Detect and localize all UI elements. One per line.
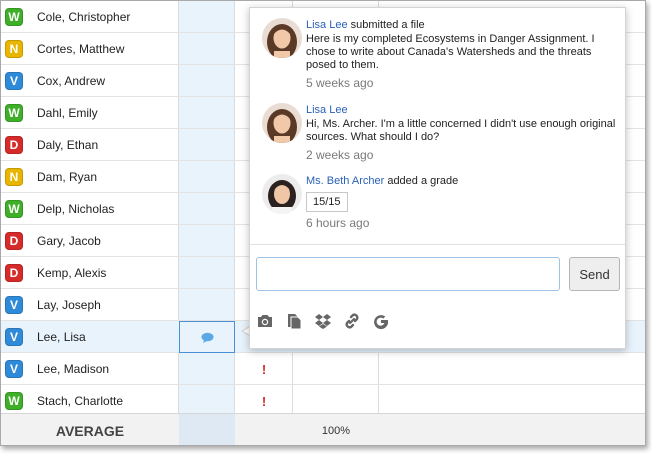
student-name-cell[interactable]: V Lee, Madison bbox=[1, 353, 179, 385]
status-badge: V bbox=[5, 72, 23, 90]
send-button[interactable]: Send bbox=[569, 257, 620, 291]
status-badge: V bbox=[5, 360, 23, 378]
gradebook-window: W Cole, Christopher N Cortes, Matthew V Cox, … bbox=[0, 0, 646, 446]
student-name: Lee, Lisa bbox=[37, 330, 86, 344]
message-time: 5 weeks ago bbox=[306, 76, 374, 90]
student-name: Lee, Madison bbox=[37, 362, 110, 376]
comment-bubble-icon bbox=[201, 332, 213, 343]
average-cell-selected bbox=[179, 414, 235, 445]
student-name-cell[interactable]: W Dahl, Emily bbox=[1, 97, 179, 129]
message-text: Here is my completed Ecosystems in Dange… bbox=[306, 33, 595, 71]
link-icon[interactable] bbox=[341, 310, 363, 332]
google-icon[interactable] bbox=[370, 310, 392, 332]
student-name-cell[interactable]: V Lay, Joseph bbox=[1, 289, 179, 321]
message-action: submitted a file bbox=[347, 19, 425, 31]
status-badge: W bbox=[5, 8, 23, 26]
status-badge: V bbox=[5, 328, 23, 346]
status-badge: V bbox=[5, 296, 23, 314]
copy-files-icon[interactable] bbox=[283, 310, 305, 332]
student-name: Kemp, Alexis bbox=[37, 266, 107, 280]
avatar bbox=[262, 18, 302, 58]
student-name: Lay, Joseph bbox=[37, 298, 101, 312]
student-name-cell[interactable]: W Delp, Nicholas bbox=[1, 193, 179, 225]
comment-input[interactable] bbox=[256, 257, 560, 291]
message-text: Hi, Ms. Archer. I'm a little concerned I… bbox=[306, 118, 616, 143]
student-name: Dam, Ryan bbox=[37, 170, 98, 184]
student-name: Dahl, Emily bbox=[37, 106, 98, 120]
status-badge: N bbox=[5, 40, 23, 58]
message-action: added a grade bbox=[384, 175, 459, 187]
missing-alert: ! bbox=[261, 361, 267, 377]
student-name-cell[interactable]: D Daly, Ethan bbox=[1, 129, 179, 161]
status-badge: D bbox=[5, 264, 23, 282]
student-name: Cox, Andrew bbox=[37, 74, 106, 88]
avatar bbox=[262, 103, 302, 143]
message-author[interactable]: Ms. Beth Archer bbox=[306, 175, 384, 187]
student-name-cell[interactable]: W Cole, Christopher bbox=[1, 1, 179, 33]
student-name-cell[interactable]: D Kemp, Alexis bbox=[1, 257, 179, 289]
message-time: 6 hours ago bbox=[306, 216, 370, 230]
status-badge: N bbox=[5, 168, 23, 186]
comment-cell[interactable] bbox=[179, 321, 235, 353]
student-name: Stach, Charlotte bbox=[37, 394, 124, 408]
student-name-cell[interactable]: V Cox, Andrew bbox=[1, 65, 179, 97]
avatar bbox=[262, 174, 302, 214]
status-badge: W bbox=[5, 200, 23, 218]
camera-icon[interactable] bbox=[254, 310, 276, 332]
popup-divider bbox=[250, 244, 625, 245]
student-name: Gary, Jacob bbox=[37, 234, 101, 248]
attachment-toolbar bbox=[254, 310, 399, 332]
status-badge: W bbox=[5, 104, 23, 122]
message-author[interactable]: Lisa Lee bbox=[306, 104, 348, 116]
status-badge: D bbox=[5, 232, 23, 250]
grade-badge: 15/15 bbox=[306, 192, 348, 212]
student-name: Delp, Nicholas bbox=[37, 202, 115, 216]
student-name: Cortes, Matthew bbox=[37, 42, 125, 56]
status-badge: D bbox=[5, 136, 23, 154]
status-badge: W bbox=[5, 392, 23, 410]
dropbox-icon[interactable] bbox=[312, 310, 334, 332]
table-row: V Lee, Madison! bbox=[1, 353, 645, 385]
student-name: Cole, Christopher bbox=[37, 10, 131, 24]
student-name: Daly, Ethan bbox=[37, 138, 99, 152]
student-name-cell[interactable]: D Gary, Jacob bbox=[1, 225, 179, 257]
student-name-cell[interactable]: N Cortes, Matthew bbox=[1, 33, 179, 65]
student-name-cell[interactable]: V Lee, Lisa bbox=[1, 321, 179, 353]
average-label: AVERAGE bbox=[55, 423, 125, 439]
message-time: 2 weeks ago bbox=[306, 148, 374, 162]
average-value: 100% bbox=[321, 425, 351, 437]
message-author[interactable]: Lisa Lee bbox=[306, 19, 348, 31]
student-name-cell[interactable]: N Dam, Ryan bbox=[1, 161, 179, 193]
comment-popup: Lisa Lee submitted a file Here is my com… bbox=[249, 7, 626, 349]
average-row: AVERAGE 100% bbox=[1, 413, 645, 445]
